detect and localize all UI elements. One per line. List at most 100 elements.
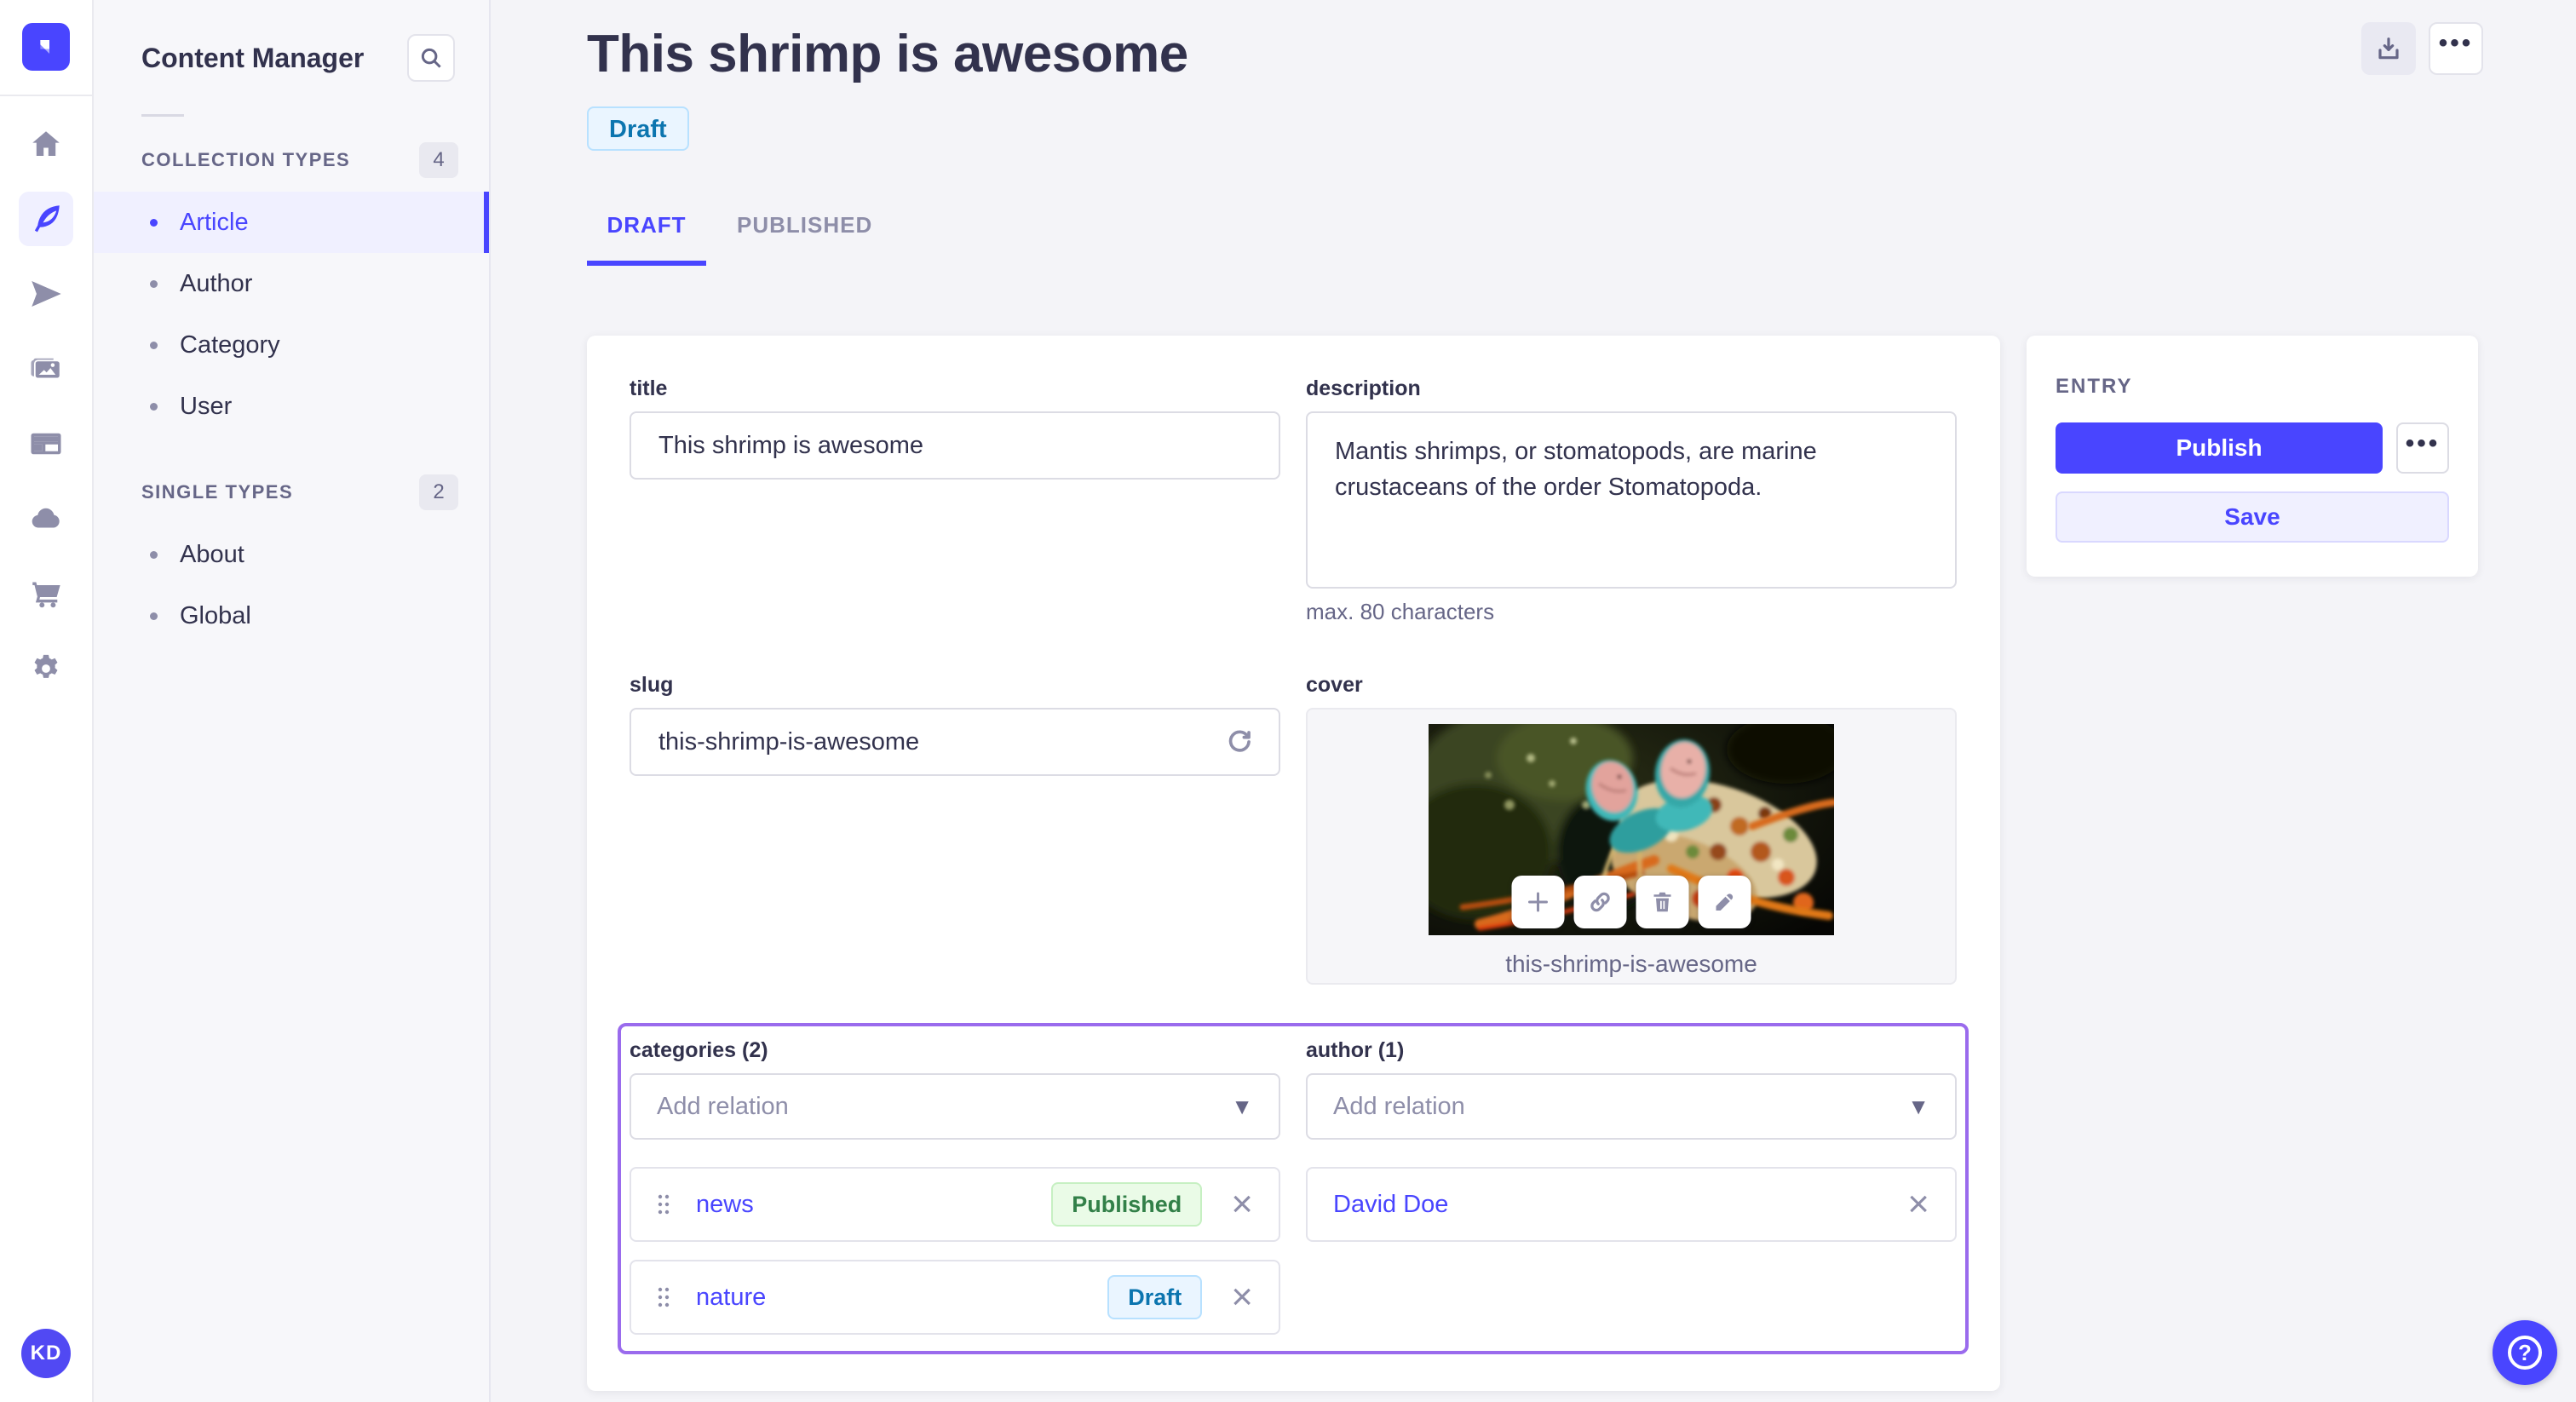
cover-caption: this-shrimp-is-awesome (1505, 951, 1757, 977)
drag-handle-icon[interactable] (657, 1193, 670, 1215)
download-button[interactable] (2361, 22, 2416, 75)
chevron-down-icon: ▼ (1907, 1093, 1929, 1119)
cover-media-actions (1511, 876, 1751, 928)
strapi-logo[interactable] (22, 23, 70, 71)
drag-handle-icon[interactable] (657, 1286, 670, 1308)
cloud-icon[interactable] (19, 491, 73, 546)
feather-icon[interactable] (19, 192, 73, 246)
bullet-icon (150, 402, 158, 411)
field-author: author (1) Add relation ▼ David Doe × (1306, 1038, 1957, 1335)
paper-plane-icon[interactable] (19, 267, 73, 321)
regenerate-slug-button[interactable] (1221, 723, 1258, 761)
single-types-count: 2 (419, 474, 458, 510)
remove-relation-icon[interactable]: × (1231, 1278, 1253, 1316)
delete-asset-button[interactable] (1636, 876, 1689, 928)
status-badge-draft: Draft (1107, 1275, 1203, 1319)
strapi-logo-icon (40, 40, 49, 54)
media-library-icon[interactable] (19, 342, 73, 396)
field-categories: categories (2) Add relation ▼ news Publi… (630, 1038, 1280, 1335)
content-manager-subnav: Content Manager COLLECTION TYPES 4 Artic… (94, 0, 491, 1402)
nav-rail-icons (19, 117, 73, 696)
sidebar-item-article[interactable]: Article (94, 192, 489, 253)
field-description: description Mantis shrimps, or stomatopo… (1306, 376, 1957, 625)
relation-row-news: news Published × (630, 1167, 1280, 1242)
relation-link[interactable]: David Doe (1333, 1191, 1448, 1219)
title-label: title (630, 376, 668, 400)
link-icon (1590, 892, 1610, 912)
edit-form-card: title This shrimp is awesome description… (587, 336, 2000, 1391)
help-button[interactable]: ? (2493, 1320, 2557, 1385)
bullet-icon (150, 218, 158, 227)
relation-link[interactable]: nature (696, 1284, 766, 1312)
subnav-divider (141, 114, 184, 117)
relation-row-nature: nature Draft × (630, 1260, 1280, 1335)
publish-button[interactable]: Publish (2056, 422, 2383, 474)
search-button[interactable] (407, 34, 455, 82)
header-more-button[interactable]: ••• (2429, 22, 2483, 75)
categories-placeholder: Add relation (657, 1092, 789, 1120)
logo-section (0, 0, 92, 96)
home-icon[interactable] (19, 117, 73, 171)
sidebar-item-about[interactable]: About (94, 524, 489, 585)
question-mark-icon: ? (2508, 1336, 2542, 1370)
cart-icon[interactable] (19, 566, 73, 621)
entry-panel-title: ENTRY (2056, 375, 2133, 398)
sidebar-item-author[interactable]: Author (94, 253, 489, 314)
remove-relation-icon[interactable]: × (1907, 1186, 1929, 1223)
copy-link-button[interactable] (1573, 876, 1627, 928)
entry-panel: ENTRY Publish ••• Save (2027, 336, 2478, 577)
add-asset-button[interactable] (1511, 876, 1565, 928)
save-button[interactable]: Save (2056, 491, 2449, 543)
entry-more-button[interactable]: ••• (2396, 422, 2449, 474)
description-hint: max. 80 characters (1306, 599, 1495, 624)
sidebar-item-category[interactable]: Category (94, 314, 489, 376)
plus-icon (1528, 892, 1548, 912)
remove-relation-icon[interactable]: × (1231, 1186, 1253, 1223)
categories-label: categories (2) (630, 1038, 768, 1062)
download-icon (2378, 37, 2399, 60)
strapi-app: KD Content Manager COLLECTION TYPES 4 Ar… (0, 0, 2576, 1402)
field-cover: cover this-shrimp-is-awesome (1306, 673, 1957, 985)
header-actions: ••• (2361, 22, 2483, 75)
layout-icon[interactable] (19, 417, 73, 471)
search-icon (421, 48, 441, 68)
tab-draft[interactable]: DRAFT (587, 212, 706, 266)
refresh-icon (1228, 730, 1251, 752)
bullet-icon (150, 550, 158, 559)
user-avatar[interactable]: KD (21, 1329, 71, 1378)
trash-icon (1653, 892, 1671, 912)
description-textarea[interactable]: Mantis shrimps, or stomatopods, are mari… (1306, 411, 1957, 589)
title-input[interactable]: This shrimp is awesome (630, 411, 1280, 480)
sidebar-item-global[interactable]: Global (94, 585, 489, 646)
gear-icon[interactable] (19, 641, 73, 696)
cover-media-box: this-shrimp-is-awesome (1306, 708, 1957, 985)
relation-row-david-doe: David Doe × (1306, 1167, 1957, 1242)
single-types-label: SINGLE TYPES (141, 481, 294, 503)
bullet-icon (150, 279, 158, 288)
status-badge: Draft (587, 106, 689, 151)
author-placeholder: Add relation (1333, 1092, 1465, 1120)
relation-link[interactable]: news (696, 1191, 754, 1219)
slug-input[interactable]: this-shrimp-is-awesome (630, 708, 1280, 776)
chevron-down-icon: ▼ (1231, 1093, 1253, 1119)
version-tabs: DRAFT PUBLISHED (587, 212, 2576, 266)
tab-published[interactable]: PUBLISHED (737, 212, 872, 266)
pencil-icon (1716, 893, 1734, 911)
sidebar-item-user[interactable]: User (94, 376, 489, 437)
author-label: author (1) (1306, 1038, 1405, 1062)
title-value: This shrimp is awesome (658, 431, 924, 459)
subnav-title: Content Manager (141, 42, 365, 73)
collection-types-count: 4 (419, 142, 458, 178)
bullet-icon (150, 341, 158, 349)
categories-relation-select[interactable]: Add relation ▼ (630, 1073, 1280, 1140)
relations-zone: categories (2) Add relation ▼ news Publi… (618, 1023, 1969, 1354)
more-icon: ••• (2438, 29, 2474, 57)
page-title: This shrimp is awesome (587, 25, 1188, 83)
edit-asset-button[interactable] (1698, 876, 1751, 928)
author-relation-select[interactable]: Add relation ▼ (1306, 1073, 1957, 1140)
sidebar-item-label: Author (180, 269, 253, 297)
slug-label: slug (630, 673, 674, 697)
status-badge-published: Published (1051, 1182, 1203, 1227)
cover-image[interactable] (1429, 724, 1834, 935)
description-label: description (1306, 376, 1421, 400)
